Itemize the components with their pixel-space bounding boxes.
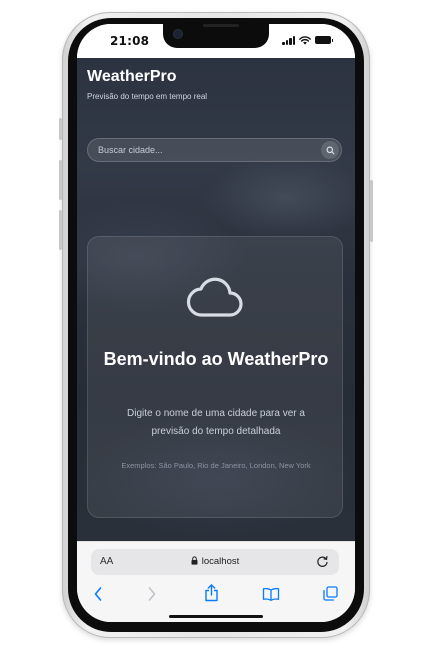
url-text: localhost: [201, 556, 240, 567]
volume-down-button: [59, 210, 62, 250]
battery-icon: [315, 36, 333, 44]
lock-icon: [191, 556, 198, 565]
search-bar: [87, 138, 342, 162]
search-icon: [326, 146, 334, 154]
welcome-description: Digite o nome de uma cidade para ver a p…: [127, 408, 305, 437]
search-button[interactable]: [321, 141, 339, 159]
chevron-left-icon[interactable]: [93, 586, 103, 602]
status-time: 21:08: [110, 34, 150, 48]
notch: [163, 24, 269, 48]
app-subtitle: Previsão do tempo em tempo real: [87, 92, 208, 101]
mute-switch: [59, 118, 62, 140]
cloud-icon: [186, 277, 243, 317]
front-camera: [174, 30, 182, 38]
phone-screen: 21:08 WeatherPro Previsão do tempo em te…: [77, 24, 355, 622]
city-examples: Exemplos: São Paulo, Rio de Janeiro, Lon…: [121, 461, 311, 470]
app-title: WeatherPro: [87, 68, 177, 85]
chevron-right-icon[interactable]: [147, 586, 157, 602]
speaker-grille: [203, 24, 239, 27]
wifi-icon: [299, 35, 311, 45]
reload-icon[interactable]: [316, 555, 329, 568]
home-indicator: [169, 615, 263, 618]
tabs-icon[interactable]: [323, 586, 338, 601]
weather-app: WeatherPro Previsão do tempo em tempo re…: [77, 58, 355, 541]
cellular-signal-icon: [282, 35, 295, 45]
power-button: [370, 180, 373, 242]
browser-toolbar: [77, 584, 355, 606]
url-display[interactable]: localhost: [91, 556, 339, 567]
book-icon[interactable]: [262, 587, 280, 601]
address-bar[interactable]: AA localhost: [91, 549, 339, 575]
search-input[interactable]: [98, 143, 308, 157]
share-icon[interactable]: [204, 584, 219, 602]
browser-chrome: AA localhost: [77, 541, 355, 622]
welcome-card: Bem-vindo ao WeatherPro Digite o nome de…: [87, 236, 343, 518]
status-icons: [282, 35, 333, 45]
status-bar: 21:08: [77, 24, 355, 58]
welcome-title: Bem-vindo ao WeatherPro: [103, 349, 329, 369]
volume-up-button: [59, 160, 62, 200]
